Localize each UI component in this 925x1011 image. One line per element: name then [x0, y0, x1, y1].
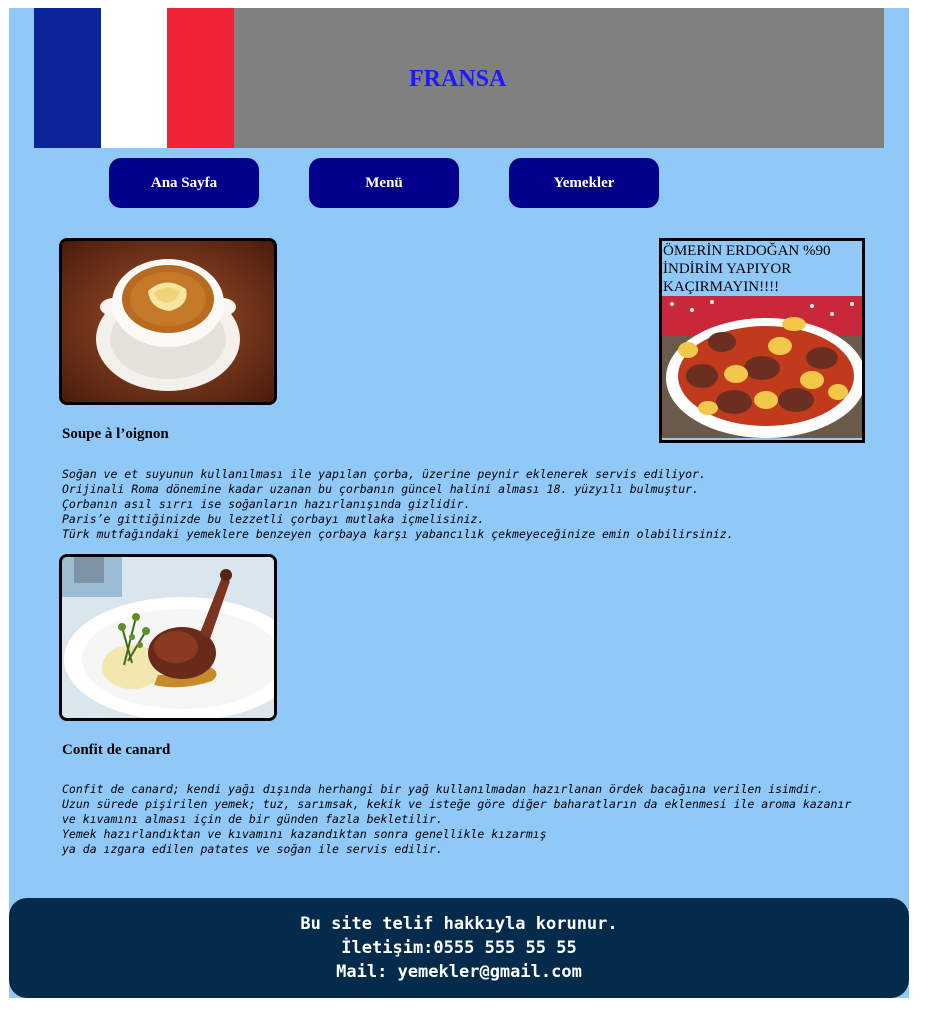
- ad-box[interactable]: ÖMERİN ERDOĞAN %90 İNDİRİM YAPIYOR KAÇIR…: [659, 238, 865, 443]
- page-container: FRANSA Ana Sayfa Menü Yemekler Soupe à l…: [9, 8, 909, 998]
- france-flag: [34, 8, 235, 148]
- dish-title: Confit de canard: [62, 742, 171, 758]
- flag-red-stripe: [167, 8, 235, 148]
- flag-white-stripe: [100, 8, 168, 148]
- contact-email: Mail: yemekler@gmail.com: [336, 962, 582, 982]
- nav-home-button[interactable]: Ana Sayfa: [109, 158, 259, 208]
- copyright-text: Bu site telif hakkıyla korunur.: [300, 914, 618, 934]
- main-nav: Ana Sayfa Menü Yemekler: [9, 158, 909, 208]
- dish-title: Soupe à l’oignon: [62, 426, 169, 442]
- meatball-potato-dish-photo: [662, 296, 862, 438]
- site-footer: Bu site telif hakkıyla korunur. İletişim…: [9, 898, 909, 998]
- nav-dishes-button[interactable]: Yemekler: [509, 158, 659, 208]
- dish-description: Soğan ve et suyunun kullanılması ile yap…: [62, 467, 734, 541]
- ad-text: ÖMERİN ERDOĞAN %90 İNDİRİM YAPIYOR KAÇIR…: [663, 243, 831, 295]
- page-title: FRANSA: [409, 66, 507, 92]
- flag-blue-stripe: [34, 8, 101, 148]
- contact-phone: İletişim:0555 555 55 55: [341, 938, 577, 958]
- nav-menu-button[interactable]: Menü: [309, 158, 459, 208]
- site-header: FRANSA: [34, 8, 884, 148]
- onion-soup-photo: [59, 238, 277, 405]
- duck-confit-photo: [59, 554, 277, 721]
- dish-description: Confit de canard; kendi yağı dışında her…: [62, 782, 852, 856]
